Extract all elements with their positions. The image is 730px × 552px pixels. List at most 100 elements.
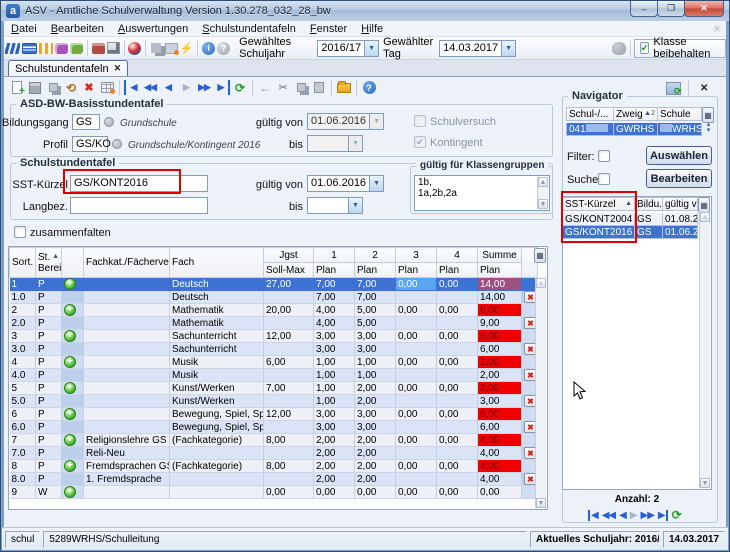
bearbeiten-button[interactable]: Bearbeiten: [646, 169, 712, 188]
nav-first-button[interactable]: ◀: [588, 510, 598, 521]
suche-checkbox[interactable]: [598, 173, 610, 185]
cell-fachkat[interactable]: [84, 395, 170, 408]
refresh-button[interactable]: ⟳: [672, 508, 682, 522]
cell-plus[interactable]: +: [62, 278, 84, 291]
cell-p2[interactable]: 7,00: [355, 291, 396, 304]
cell-fach[interactable]: Deutsch: [170, 291, 264, 304]
cut-button[interactable]: ✂: [275, 80, 291, 95]
cell-plus[interactable]: +: [62, 486, 84, 499]
col-header-schul[interactable]: Schul-/...▲1: [566, 107, 614, 121]
col-header-zweig[interactable]: Zweig▲2: [614, 107, 658, 121]
wave-module-icon[interactable]: [5, 40, 20, 56]
stundentafel-row[interactable]: 4.0PMusik1,001,002,00✖: [10, 369, 538, 382]
cell-plus[interactable]: [62, 473, 84, 486]
stundentafel-row[interactable]: 9W+0,000,000,000,000,000,00: [10, 486, 538, 499]
cell-plus[interactable]: [62, 395, 84, 408]
paste-button[interactable]: [311, 80, 327, 95]
nav-prev-button[interactable]: ◀: [619, 510, 626, 521]
cell-soll[interactable]: 12,00: [264, 408, 314, 421]
stundentafel-row[interactable]: 3.0PSachunterricht3,003,006,00✖: [10, 343, 538, 356]
panel-module-icon[interactable]: [22, 40, 37, 56]
cell-p3[interactable]: 0,00: [396, 434, 437, 447]
cell-p4[interactable]: 0,00: [437, 434, 478, 447]
cell-fach[interactable]: Kunst/Werken: [170, 395, 264, 408]
bars-module-icon[interactable]: [39, 40, 53, 56]
lightning-icon[interactable]: ⚡: [180, 40, 194, 56]
cell-fachkat[interactable]: [84, 291, 170, 304]
cell-p3[interactable]: 0,00: [396, 356, 437, 369]
cell-sort[interactable]: 6.0: [10, 421, 36, 434]
col-header-summe[interactable]: Summe: [478, 248, 522, 263]
col-header-1[interactable]: 1: [314, 248, 355, 263]
cell-soll[interactable]: [264, 421, 314, 434]
col-header-plan[interactable]: Plan: [478, 263, 522, 278]
cell-p2[interactable]: 7,00: [355, 278, 396, 291]
cell-p4[interactable]: [437, 343, 478, 356]
col-header-plan[interactable]: Plan: [314, 263, 355, 278]
nav-prev-button[interactable]: ◀: [160, 80, 176, 95]
cell-summe[interactable]: 4,00: [478, 460, 522, 473]
cell-summe[interactable]: 9,00: [478, 317, 522, 330]
add-subject-icon[interactable]: +: [64, 434, 76, 446]
cell-bereich[interactable]: P: [36, 473, 62, 486]
cell-fachkat[interactable]: [84, 317, 170, 330]
cell-p4[interactable]: 0,00: [437, 278, 478, 291]
cell-fachkat[interactable]: [84, 382, 170, 395]
cell-p2[interactable]: 1,00: [355, 356, 396, 369]
cell-p2[interactable]: 3,00: [355, 343, 396, 356]
cell-fach[interactable]: (Fachkategorie): [170, 434, 264, 447]
back-arrow-button[interactable]: ←: [257, 80, 273, 95]
tag-combobox[interactable]: 14.03.2017 ▼: [439, 40, 516, 57]
cell-soll[interactable]: 6,00: [264, 356, 314, 369]
col-header-sst-kuerzel[interactable]: SST-Kürzel▲: [563, 197, 635, 211]
filter-checkbox[interactable]: [598, 150, 610, 162]
scroll-up-icon[interactable]: ▲: [536, 278, 546, 288]
cell-fach[interactable]: [170, 473, 264, 486]
cell-soll[interactable]: 8,00: [264, 434, 314, 447]
stundentafel-row[interactable]: 6P+Bewegung, Spiel, Sport12,003,003,000,…: [10, 408, 538, 421]
sst-row-selected[interactable]: GS/KONT2016 GS 01.06.20...: [563, 226, 711, 239]
cell-p4[interactable]: [437, 317, 478, 330]
cell-p3[interactable]: 0,00: [396, 460, 437, 473]
stundentafel-row[interactable]: 8.0P1. Fremdsprache2,002,004,00✖: [10, 473, 538, 486]
stundentafel-row[interactable]: 7.0PReli-Neu2,002,004,00✖: [10, 447, 538, 460]
new-record-button[interactable]: +: [9, 80, 25, 95]
cell-soll[interactable]: [264, 473, 314, 486]
cell-fach[interactable]: [170, 447, 264, 460]
tab-schulstundentafeln[interactable]: Schulstundentafeln ✕: [8, 60, 128, 76]
col-header-jgst[interactable]: Jgst: [264, 248, 314, 263]
cell-summe[interactable]: 14,00: [478, 278, 522, 291]
klasse-beibehalten-checkbox[interactable]: ✔: [640, 42, 650, 54]
cell-p2[interactable]: 2,00: [355, 395, 396, 408]
add-subject-icon[interactable]: +: [64, 486, 76, 498]
scrollbar[interactable]: ▲ ▼: [537, 177, 548, 209]
stundentafel-row[interactable]: 8P+Fremdsprachen GS(Fachkategorie)8,002,…: [10, 460, 538, 473]
cell-fach[interactable]: Deutsch: [170, 278, 264, 291]
cell-p1[interactable]: 2,00: [314, 447, 355, 460]
cell-p2[interactable]: 3,00: [355, 330, 396, 343]
copy-button[interactable]: [293, 80, 309, 95]
cell-p2[interactable]: 0,00: [355, 486, 396, 499]
close-button[interactable]: ✕: [684, 1, 724, 17]
zusammenfalten-checkbox[interactable]: [14, 226, 26, 238]
cell-summe[interactable]: 6,00: [478, 330, 522, 343]
cell-p4[interactable]: 0,00: [437, 460, 478, 473]
cell-p3[interactable]: [396, 291, 437, 304]
cell-p2[interactable]: 2,00: [355, 473, 396, 486]
cell-bereich[interactable]: P: [36, 369, 62, 382]
cell-sort[interactable]: 8: [10, 460, 36, 473]
cell-summe[interactable]: 14,00: [478, 291, 522, 304]
info-icon[interactable]: i: [202, 40, 215, 56]
col-header-bildung[interactable]: Bildu...: [635, 197, 663, 211]
chat-green-module-icon[interactable]: [70, 40, 83, 56]
add-subject-icon[interactable]: +: [64, 356, 76, 368]
cell-fach[interactable]: Bewegung, Spiel, Sport: [170, 421, 264, 434]
cell-bereich[interactable]: P: [36, 330, 62, 343]
cell-p3[interactable]: 0,00: [396, 278, 437, 291]
tab-close-icon[interactable]: ✕: [114, 63, 122, 74]
col-header-schule[interactable]: Schule: [658, 107, 702, 121]
cell-plus[interactable]: [62, 421, 84, 434]
refresh-button[interactable]: ⟳: [232, 80, 248, 95]
cell-p2[interactable]: 1,00: [355, 369, 396, 382]
cell-fachkat[interactable]: Religionslehre GS: [84, 434, 170, 447]
